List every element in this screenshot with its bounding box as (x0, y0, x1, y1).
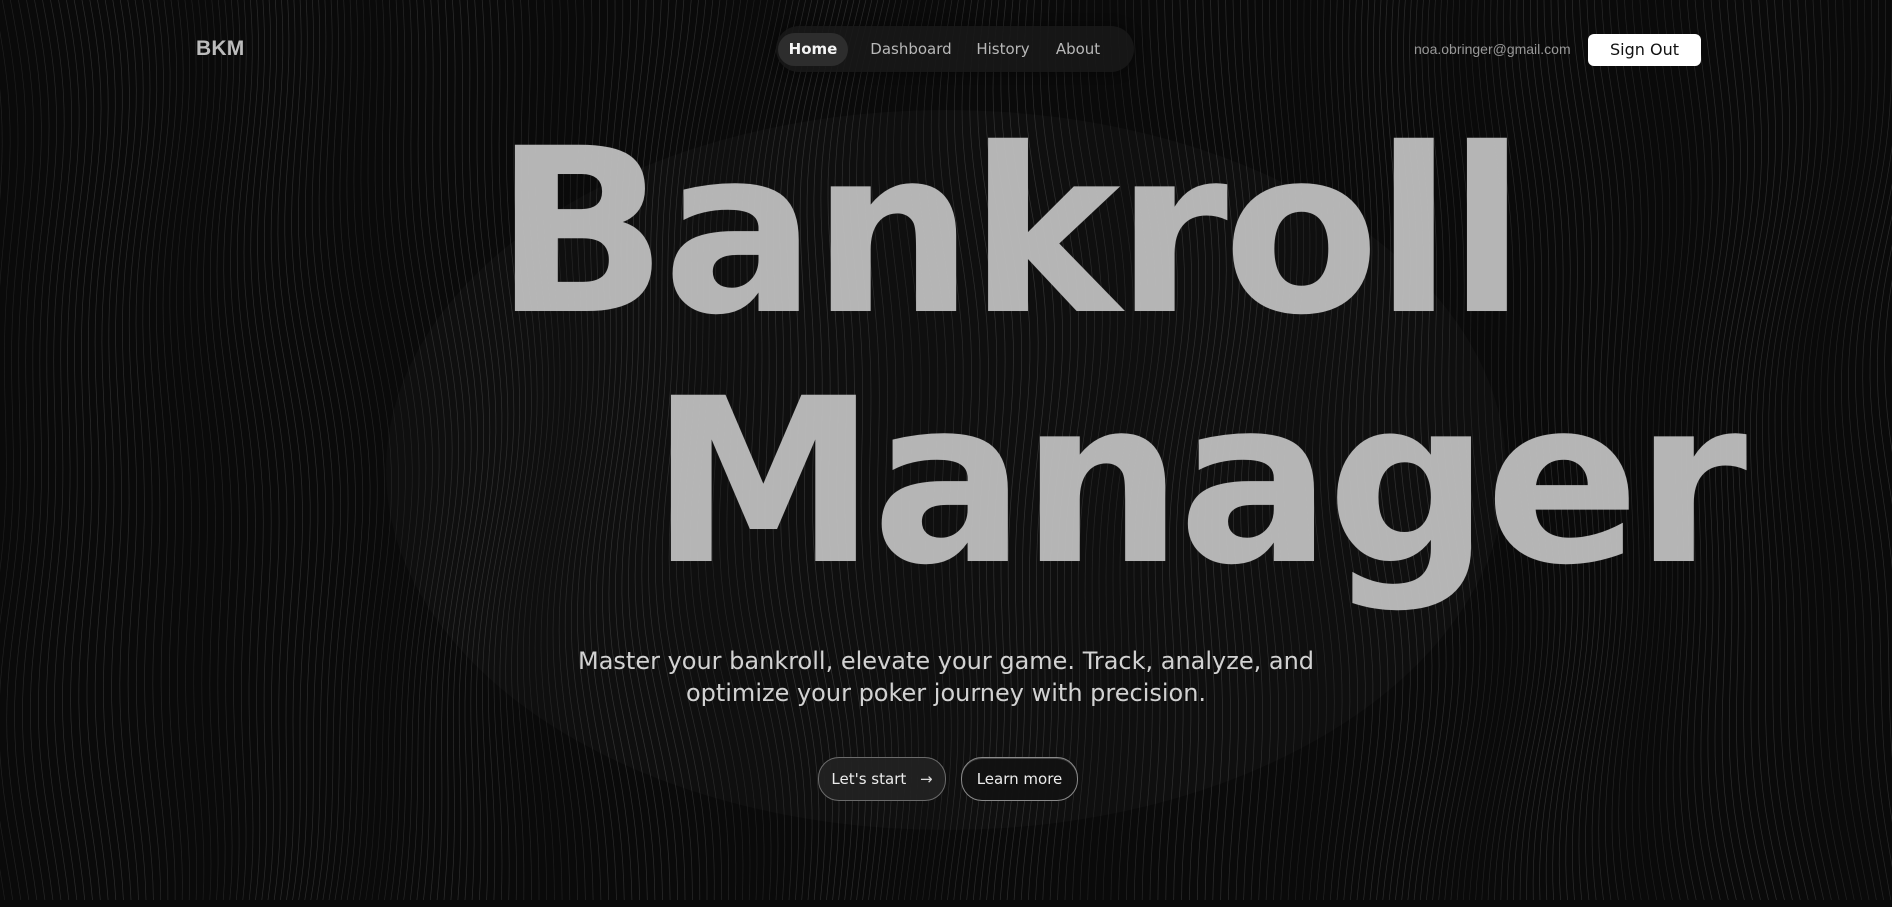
background-wave-line (1700, 0, 1734, 901)
background-wave-line (1536, 0, 1573, 901)
background-wave-line (203, 0, 226, 901)
wave-line-background (0, 0, 1892, 901)
background-wave-line (353, 0, 392, 901)
lets-start-label: Let's start (831, 770, 907, 788)
background-wave-line (54, 0, 87, 901)
background-wave-line (1743, 0, 1783, 901)
background-wave-line (1841, 0, 1892, 901)
landing-page: BKM Home Dashboard History About noa.obr… (0, 0, 1892, 907)
background-wave-line (250, 0, 280, 901)
background-wave-line (30, 0, 65, 901)
background-wave-line (1645, 0, 1678, 901)
background-wave-line (346, 0, 385, 901)
background-wave-line (1631, 0, 1664, 901)
nav-item-home[interactable]: Home (778, 33, 848, 66)
arrow-right-icon: → (920, 770, 933, 788)
background-wave-line (14, 0, 50, 901)
background-wave-line (304, 0, 342, 901)
background-wave-line (182, 0, 205, 901)
background-wave-line (1578, 0, 1607, 901)
background-wave-line (1665, 0, 1699, 901)
background-wave-line (127, 0, 151, 901)
background-wave-line (1672, 0, 1706, 901)
background-wave-line (62, 0, 95, 901)
background-wave-line (1855, 145, 1892, 824)
background-wave-line (1756, 0, 1797, 901)
learn-more-button[interactable]: Learn more (961, 757, 1078, 801)
background-wave-line (1876, 244, 1892, 506)
background-wave-line (243, 0, 272, 901)
background-wave-line (119, 0, 144, 901)
background-wave-line (94, 0, 123, 901)
background-wave-line (135, 0, 158, 901)
background-wave-line (6, 0, 42, 901)
hero-tagline-line-1: Master your bankroll, elevate your game.… (577, 647, 1315, 675)
sign-out-button[interactable]: Sign Out (1588, 34, 1701, 66)
background-wave-line (1884, 279, 1892, 453)
background-glow (386, 110, 1506, 830)
background-wave-line (318, 0, 356, 901)
background-wave-line (1550, 0, 1585, 901)
background-wave-line (1503, 0, 1544, 901)
background-wave-line (284, 0, 319, 901)
user-email: noa.obringer@gmail.com (1414, 41, 1571, 57)
background-wave-line (38, 0, 73, 901)
background-wave-line (1598, 0, 1628, 901)
background-wave-line (1571, 0, 1602, 901)
nav-item-dashboard[interactable]: Dashboard (861, 33, 961, 66)
background-wave-line (230, 0, 256, 901)
background-wave-line (196, 0, 219, 901)
lets-start-button[interactable]: Let's start → (818, 757, 946, 801)
background-wave-line (325, 0, 364, 901)
background-wave-line (1800, 0, 1848, 901)
nav-item-history[interactable]: History (969, 33, 1037, 66)
background-wave-line (1638, 0, 1671, 901)
background-wave-line (142, 0, 164, 901)
background-wave-line (149, 0, 171, 901)
main-navigation: Home Dashboard History About (776, 26, 1134, 72)
background-wave-line (1827, 0, 1877, 901)
top-navigation-bar: BKM Home Dashboard History About noa.obr… (0, 0, 1892, 100)
hero-tagline-line-2: optimize your poker journey with precisi… (685, 679, 1207, 707)
background-wave-line (1707, 0, 1741, 901)
background-wave-line (1714, 0, 1748, 901)
background-wave-line (332, 0, 371, 901)
background-wave-line (1686, 0, 1720, 901)
background-wave-line (0, 0, 27, 901)
background-wave-line (1679, 0, 1713, 901)
nav-item-about[interactable]: About (1048, 33, 1108, 66)
background-wave-line (1564, 0, 1596, 901)
background-wave-line (189, 0, 212, 901)
brand-logo[interactable]: BKM (196, 37, 244, 61)
hero-tagline: Master your bankroll, elevate your game.… (560, 645, 1332, 709)
